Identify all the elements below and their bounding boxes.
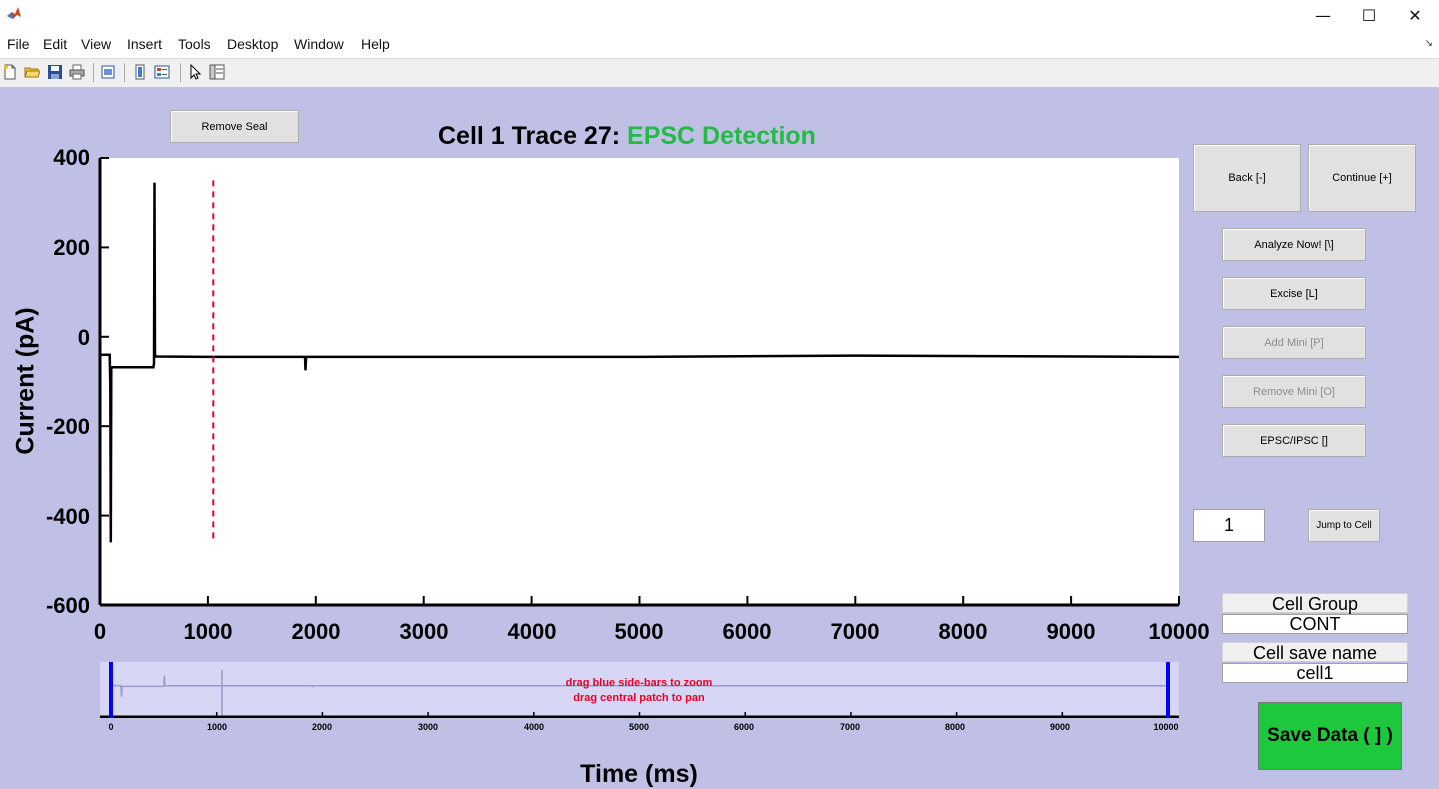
navigator-tick-label: 7000 bbox=[839, 722, 861, 732]
ytick-label: -400 bbox=[45, 504, 90, 529]
plot-title-prefix: Cell 1 Trace 27: bbox=[438, 122, 628, 150]
save-data-button[interactable]: Save Data ( ] ) bbox=[1258, 702, 1402, 770]
jump-to-cell-button[interactable]: Jump to Cell bbox=[1308, 509, 1380, 542]
ytick-label: 400 bbox=[53, 145, 90, 170]
xtick-label: 1000 bbox=[183, 619, 233, 644]
xtick-label: 3000 bbox=[399, 619, 449, 644]
matlab-logo-icon bbox=[6, 5, 22, 21]
property-editor-icon[interactable] bbox=[209, 64, 225, 80]
close-button[interactable]: ✕ bbox=[1392, 0, 1438, 30]
remove-seal-button[interactable]: Remove Seal bbox=[170, 110, 299, 143]
add-mini-button[interactable]: Add Mini [P] bbox=[1222, 326, 1366, 359]
toolbar bbox=[0, 58, 1439, 88]
print-preview-icon[interactable] bbox=[100, 64, 116, 80]
xtick-label: 4000 bbox=[507, 619, 557, 644]
new-file-icon[interactable] bbox=[2, 64, 18, 80]
ytick-label: 200 bbox=[53, 235, 90, 260]
analyze-now-button[interactable]: Analyze Now! [\] bbox=[1222, 228, 1366, 261]
navigator-hint-pan: drag central patch to pan bbox=[573, 692, 705, 704]
legend-icon[interactable] bbox=[154, 64, 170, 80]
back-button[interactable]: Back [-] bbox=[1193, 144, 1301, 212]
xtick-label: 9000 bbox=[1046, 619, 1096, 644]
menu-edit[interactable]: Edit bbox=[43, 36, 67, 52]
dock-arrow-icon[interactable]: ↘ bbox=[1425, 38, 1433, 49]
menu-help[interactable]: Help bbox=[361, 36, 390, 52]
toolbar-separator bbox=[124, 63, 125, 82]
navigator-tick-label: 2000 bbox=[311, 722, 333, 732]
zoom-left-handle[interactable] bbox=[109, 662, 113, 718]
minimize-button[interactable]: — bbox=[1300, 0, 1346, 30]
navigator-tick-label: 9000 bbox=[1049, 722, 1071, 732]
navigator-tick-label: 3000 bbox=[417, 722, 439, 732]
open-folder-icon[interactable] bbox=[24, 64, 40, 80]
zoom-right-handle[interactable] bbox=[1166, 662, 1170, 718]
cell-number-input[interactable]: 1 bbox=[1193, 509, 1265, 542]
navigator-tick-label: 5000 bbox=[628, 722, 650, 732]
menu-tools[interactable]: Tools bbox=[178, 36, 211, 52]
xtick-label: 5000 bbox=[614, 619, 664, 644]
xtick-label: 6000 bbox=[722, 619, 772, 644]
zoom-navigator[interactable] bbox=[100, 662, 1179, 718]
menu-window[interactable]: Window bbox=[294, 36, 344, 52]
navigator-tick-label: 6000 bbox=[733, 722, 755, 732]
xtick-label: 0 bbox=[93, 619, 107, 644]
cell-group-label: Cell Group bbox=[1222, 593, 1408, 614]
toolbar-separator bbox=[180, 63, 181, 82]
plot-title: Cell 1 Trace 27: EPSC Detection bbox=[438, 122, 816, 151]
xtick-label: 10000 bbox=[1148, 619, 1210, 644]
main-trace-plot[interactable] bbox=[100, 158, 1179, 605]
continue-button[interactable]: Continue [+] bbox=[1308, 144, 1416, 212]
xtick-label: 2000 bbox=[291, 619, 341, 644]
menu-insert[interactable]: Insert bbox=[127, 36, 162, 52]
menubar: File Edit View Insert Tools Desktop Wind… bbox=[0, 32, 1439, 58]
navigator-tick-label: 0 bbox=[108, 722, 114, 732]
colorbar-icon[interactable] bbox=[132, 64, 148, 80]
navigator-tick-label: 10000 bbox=[1153, 722, 1179, 732]
cell-save-name-field[interactable]: cell1 bbox=[1222, 663, 1408, 683]
plot-title-mode: EPSC Detection bbox=[627, 122, 816, 150]
epsc-ipsc-toggle-button[interactable]: EPSC/IPSC [] bbox=[1222, 424, 1366, 457]
cell-save-name-label: Cell save name bbox=[1222, 642, 1408, 663]
navigator-tick-label: 8000 bbox=[944, 722, 966, 732]
window-titlebar: — ☐ ✕ bbox=[0, 0, 1439, 30]
y-axis-label: Current (pA) bbox=[11, 307, 40, 455]
menu-view[interactable]: View bbox=[81, 36, 111, 52]
save-icon[interactable] bbox=[47, 64, 63, 80]
navigator-tick-label: 1000 bbox=[206, 722, 228, 732]
pointer-icon[interactable] bbox=[187, 64, 203, 80]
trace-series-0 bbox=[100, 182, 1179, 543]
excise-button[interactable]: Excise [L] bbox=[1222, 277, 1366, 310]
cell-group-field[interactable]: CONT bbox=[1222, 614, 1408, 634]
xtick-label: 7000 bbox=[830, 619, 880, 644]
xtick-label: 8000 bbox=[938, 619, 988, 644]
navigator-tick-label: 4000 bbox=[523, 722, 545, 732]
menu-file[interactable]: File bbox=[7, 36, 30, 52]
print-icon[interactable] bbox=[69, 64, 85, 80]
maximize-button[interactable]: ☐ bbox=[1346, 0, 1392, 30]
x-axis-label: Time (ms) bbox=[580, 760, 698, 788]
navigator-hint-zoom: drag blue side-bars to zoom bbox=[565, 677, 713, 689]
remove-mini-button[interactable]: Remove Mini [O] bbox=[1222, 375, 1366, 408]
menu-desktop[interactable]: Desktop bbox=[227, 36, 278, 52]
toolbar-separator bbox=[93, 63, 94, 82]
ytick-label: -600 bbox=[45, 593, 90, 618]
